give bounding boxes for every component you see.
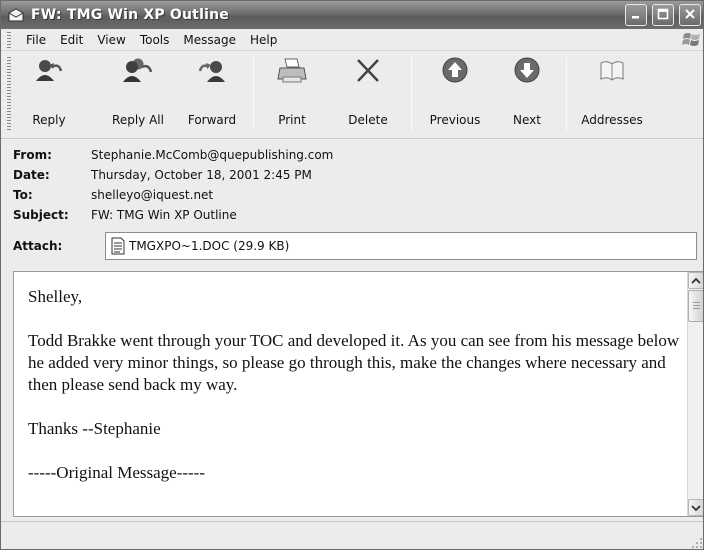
attachment-field[interactable]: TMGXPO~1.DOC (29.9 KB) (105, 232, 697, 260)
menu-message[interactable]: Message (176, 33, 243, 47)
window-title: FW: TMG Win XP Outline (31, 7, 229, 23)
forward-label: Forward (187, 113, 237, 127)
toolbar-separator (253, 57, 254, 131)
scroll-up-button[interactable] (688, 272, 703, 289)
forward-icon (195, 55, 229, 87)
print-button[interactable]: Print (265, 55, 319, 133)
windows-flag-icon (681, 30, 703, 50)
previous-button[interactable]: Previous (421, 55, 489, 133)
from-label: From: (13, 148, 52, 162)
reply-all-button[interactable]: Reply All (107, 55, 169, 133)
subject-label: Subject: (13, 208, 69, 222)
subject-value: FW: TMG Win XP Outline (91, 208, 237, 222)
scroll-down-button[interactable] (688, 499, 703, 516)
forward-button[interactable]: Forward (181, 55, 243, 133)
attach-row: Attach: (13, 236, 91, 256)
date-value: Thursday, October 18, 2001 2:45 PM (91, 168, 312, 182)
document-icon (110, 237, 126, 255)
reply-all-icon (121, 55, 155, 87)
chevron-down-icon (691, 501, 701, 515)
date-label: Date: (13, 168, 50, 182)
delete-x-icon (351, 55, 385, 87)
menu-help[interactable]: Help (243, 33, 284, 47)
reply-all-label: Reply All (112, 113, 164, 127)
message-header: From: Stephanie.McComb@quepublishing.com… (1, 139, 703, 269)
to-value[interactable]: shelleyo@iquest.net (91, 188, 213, 202)
reply-label: Reply (32, 113, 66, 127)
menu-bar: File Edit View Tools Message Help (1, 29, 703, 51)
reply-button[interactable]: Reply (23, 55, 75, 133)
minimize-button[interactable] (625, 4, 647, 26)
address-book-icon (595, 55, 629, 87)
toolbar-separator (566, 57, 567, 131)
close-button[interactable] (679, 4, 701, 26)
menu-view[interactable]: View (90, 33, 132, 47)
down-arrow-icon (510, 55, 544, 87)
previous-label: Previous (429, 113, 481, 127)
scroll-thumb[interactable] (688, 290, 703, 322)
body-paragraph: Todd Brakke went through your TOC and de… (28, 331, 680, 394)
addresses-button[interactable]: Addresses (575, 55, 649, 133)
date-row: Date: Thursday, October 18, 2001 2:45 PM (13, 165, 312, 185)
minimize-icon (630, 8, 642, 23)
maximize-button[interactable] (652, 4, 674, 26)
message-window: FW: TMG Win XP Outline File Edit View To… (0, 0, 704, 550)
delete-button[interactable]: Delete (341, 55, 395, 133)
body-paragraph: Shelley, (28, 287, 83, 306)
subject-row: Subject: FW: TMG Win XP Outline (13, 205, 237, 225)
toolbar-grip[interactable] (7, 57, 11, 131)
message-body[interactable]: Shelley, Todd Brakke went through your T… (13, 271, 703, 517)
next-label: Next (513, 113, 541, 127)
printer-icon (275, 55, 309, 87)
chevron-up-icon (691, 274, 701, 288)
menu-edit[interactable]: Edit (53, 33, 90, 47)
menu-grip[interactable] (7, 31, 11, 48)
addresses-label: Addresses (581, 113, 643, 127)
status-bar (1, 521, 703, 549)
toolbar: Reply Reply All Forward Print Delete Pre… (1, 51, 703, 139)
to-label: To: (13, 188, 33, 202)
attachment-name[interactable]: TMGXPO~1.DOC (29.9 KB) (129, 239, 289, 253)
next-button[interactable]: Next (501, 55, 553, 133)
attach-label: Attach: (13, 239, 63, 253)
close-icon (684, 8, 696, 23)
title-bar[interactable]: FW: TMG Win XP Outline (1, 1, 703, 29)
to-row: To: shelleyo@iquest.net (13, 185, 213, 205)
from-row: From: Stephanie.McComb@quepublishing.com (13, 145, 333, 165)
from-value[interactable]: Stephanie.McComb@quepublishing.com (91, 148, 333, 162)
body-paragraph: -----Original Message----- (28, 463, 205, 482)
envelope-icon (7, 7, 25, 23)
menu-tools[interactable]: Tools (133, 33, 177, 47)
body-paragraph: Thanks --Stephanie (28, 419, 161, 438)
message-text: Shelley, Todd Brakke went through your T… (28, 286, 680, 506)
up-arrow-icon (438, 55, 472, 87)
maximize-icon (657, 8, 669, 23)
toolbar-separator (411, 57, 412, 131)
print-label: Print (278, 113, 306, 127)
menu-file[interactable]: File (19, 33, 53, 47)
vertical-scrollbar[interactable] (687, 272, 703, 516)
resize-grip-icon[interactable] (691, 537, 703, 549)
reply-icon (32, 55, 66, 87)
delete-label: Delete (348, 113, 388, 127)
